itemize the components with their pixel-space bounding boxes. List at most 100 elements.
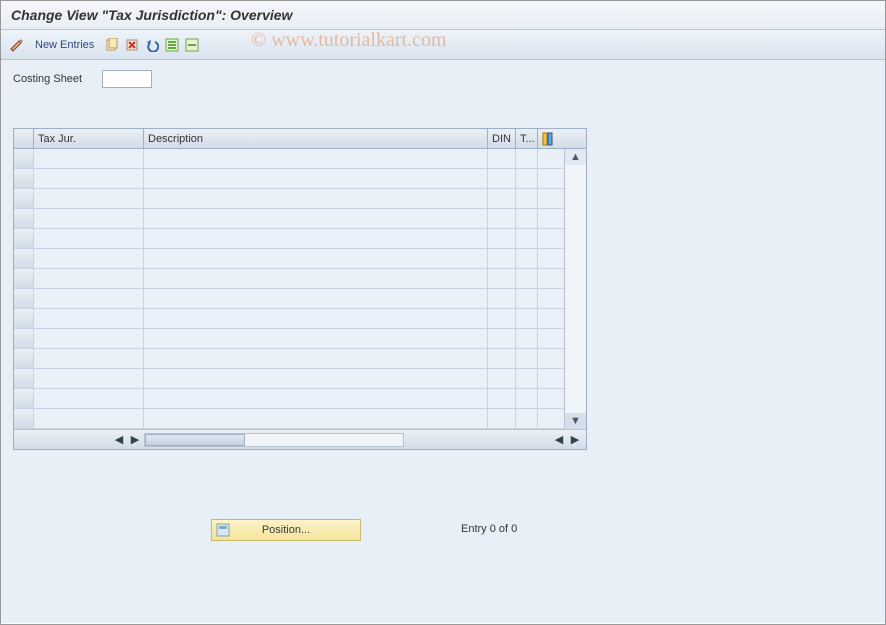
- select-all-icon[interactable]: [164, 37, 180, 53]
- cell-t[interactable]: [516, 249, 538, 268]
- cell-din[interactable]: [488, 269, 516, 288]
- row-selector[interactable]: [14, 349, 34, 368]
- vertical-scrollbar[interactable]: ▲ ▼: [564, 149, 586, 429]
- table-row[interactable]: [14, 249, 564, 269]
- cell-description[interactable]: [144, 289, 488, 308]
- table-row[interactable]: [14, 229, 564, 249]
- cell-din[interactable]: [488, 189, 516, 208]
- table-row[interactable]: [14, 269, 564, 289]
- deselect-all-icon[interactable]: [184, 37, 200, 53]
- table-row[interactable]: [14, 209, 564, 229]
- cell-din[interactable]: [488, 209, 516, 228]
- toggle-button[interactable]: [9, 37, 25, 53]
- cell-description[interactable]: [144, 309, 488, 328]
- cell-t[interactable]: [516, 389, 538, 408]
- cell-description[interactable]: [144, 149, 488, 168]
- cell-description[interactable]: [144, 269, 488, 288]
- table-row[interactable]: [14, 169, 564, 189]
- cell-din[interactable]: [488, 409, 516, 428]
- cell-tax-jur[interactable]: [34, 409, 144, 428]
- cell-t[interactable]: [516, 209, 538, 228]
- cell-t[interactable]: [516, 329, 538, 348]
- h-track[interactable]: [144, 433, 404, 447]
- cell-din[interactable]: [488, 249, 516, 268]
- cell-tax-jur[interactable]: [34, 249, 144, 268]
- table-row[interactable]: [14, 409, 564, 429]
- row-selector[interactable]: [14, 269, 34, 288]
- table-row[interactable]: [14, 389, 564, 409]
- row-selector[interactable]: [14, 309, 34, 328]
- scroll-track[interactable]: [565, 165, 586, 413]
- scroll-right-icon[interactable]: ◀: [552, 433, 566, 447]
- header-select[interactable]: [14, 129, 34, 148]
- header-t[interactable]: T...: [516, 129, 538, 148]
- cell-description[interactable]: [144, 229, 488, 248]
- table-row[interactable]: [14, 189, 564, 209]
- delete-icon[interactable]: [124, 37, 140, 53]
- cell-t[interactable]: [516, 169, 538, 188]
- row-selector[interactable]: [14, 329, 34, 348]
- cell-tax-jur[interactable]: [34, 229, 144, 248]
- cell-din[interactable]: [488, 329, 516, 348]
- cell-din[interactable]: [488, 289, 516, 308]
- table-row[interactable]: [14, 309, 564, 329]
- row-selector[interactable]: [14, 369, 34, 388]
- row-selector[interactable]: [14, 169, 34, 188]
- undo-icon[interactable]: [144, 37, 160, 53]
- cell-din[interactable]: [488, 169, 516, 188]
- row-selector[interactable]: [14, 249, 34, 268]
- cell-din[interactable]: [488, 229, 516, 248]
- cell-tax-jur[interactable]: [34, 349, 144, 368]
- scroll-last-icon[interactable]: ▶: [568, 433, 582, 447]
- cell-tax-jur[interactable]: [34, 369, 144, 388]
- scroll-left-icon[interactable]: ▶: [128, 433, 142, 447]
- new-entries-button[interactable]: New Entries: [35, 39, 94, 51]
- header-tax-jur[interactable]: Tax Jur.: [34, 129, 144, 148]
- cell-tax-jur[interactable]: [34, 169, 144, 188]
- table-row[interactable]: [14, 329, 564, 349]
- cell-t[interactable]: [516, 269, 538, 288]
- header-configure[interactable]: [538, 129, 560, 148]
- cell-t[interactable]: [516, 189, 538, 208]
- row-selector[interactable]: [14, 189, 34, 208]
- cell-t[interactable]: [516, 349, 538, 368]
- cell-t[interactable]: [516, 229, 538, 248]
- cell-tax-jur[interactable]: [34, 289, 144, 308]
- cell-description[interactable]: [144, 169, 488, 188]
- cell-din[interactable]: [488, 389, 516, 408]
- cell-t[interactable]: [516, 289, 538, 308]
- row-selector[interactable]: [14, 289, 34, 308]
- cell-description[interactable]: [144, 409, 488, 428]
- cell-t[interactable]: [516, 149, 538, 168]
- table-row[interactable]: [14, 369, 564, 389]
- row-selector[interactable]: [14, 209, 34, 228]
- cell-t[interactable]: [516, 409, 538, 428]
- cell-din[interactable]: [488, 309, 516, 328]
- h-thumb[interactable]: [145, 434, 245, 446]
- table-row[interactable]: [14, 149, 564, 169]
- cell-t[interactable]: [516, 309, 538, 328]
- cell-tax-jur[interactable]: [34, 149, 144, 168]
- cell-description[interactable]: [144, 389, 488, 408]
- cell-description[interactable]: [144, 189, 488, 208]
- cell-description[interactable]: [144, 329, 488, 348]
- row-selector[interactable]: [14, 389, 34, 408]
- table-row[interactable]: [14, 349, 564, 369]
- cell-tax-jur[interactable]: [34, 329, 144, 348]
- row-selector[interactable]: [14, 229, 34, 248]
- cell-din[interactable]: [488, 349, 516, 368]
- cell-description[interactable]: [144, 209, 488, 228]
- scroll-down-icon[interactable]: ▼: [565, 413, 586, 429]
- cell-tax-jur[interactable]: [34, 269, 144, 288]
- table-row[interactable]: [14, 289, 564, 309]
- horizontal-scrollbar[interactable]: ◀ ▶ ◀ ▶: [14, 429, 586, 449]
- cell-t[interactable]: [516, 369, 538, 388]
- cell-description[interactable]: [144, 369, 488, 388]
- row-selector[interactable]: [14, 409, 34, 428]
- cell-tax-jur[interactable]: [34, 389, 144, 408]
- row-selector[interactable]: [14, 149, 34, 168]
- header-description[interactable]: Description: [144, 129, 488, 148]
- header-din[interactable]: DIN: [488, 129, 516, 148]
- cell-din[interactable]: [488, 149, 516, 168]
- cell-tax-jur[interactable]: [34, 209, 144, 228]
